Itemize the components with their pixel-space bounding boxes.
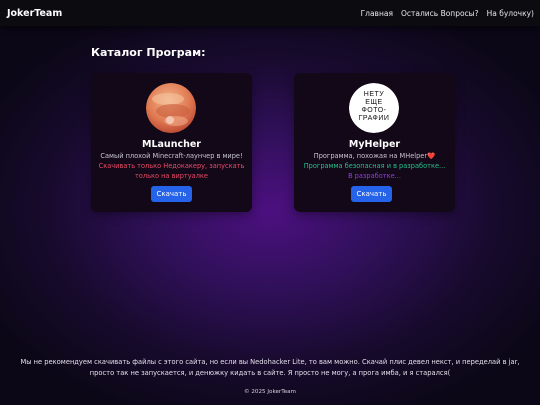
program-card-mlauncher: MLauncher Самый плохой Minecraft-лаунчер… bbox=[91, 73, 252, 212]
catalog-title: Каталог Програм: bbox=[91, 46, 206, 59]
no-photo-logo: НЕТУ ЕЩЕ ФОТО- ГРАФИИ bbox=[358, 91, 390, 122]
myhelper-title: MyHelper bbox=[348, 139, 401, 150]
nav-link-home[interactable]: Главная bbox=[361, 9, 393, 18]
nav-link-donate[interactable]: На булочку) bbox=[487, 9, 534, 18]
myhelper-dev-note: В разработке... bbox=[348, 172, 401, 180]
myhelper-avatar: НЕТУ ЕЩЕ ФОТО- ГРАФИИ bbox=[349, 83, 399, 133]
myhelper-description: Программа, похожая на MHelper❤️ bbox=[313, 152, 436, 160]
nav-links: Главная Остались Вопросы? На булочку) bbox=[361, 9, 534, 18]
myhelper-safety-note: Программа безопасная и в разработке... bbox=[303, 162, 446, 170]
navbar: JokerTeam Главная Остались Вопросы? На б… bbox=[0, 0, 540, 26]
mlauncher-avatar bbox=[146, 83, 196, 133]
brand-logo[interactable]: JokerTeam bbox=[7, 8, 62, 19]
disclaimer-text: Мы не рекомендуем скачивать файлы с этог… bbox=[20, 358, 520, 377]
nav-link-questions[interactable]: Остались Вопросы? bbox=[401, 9, 479, 18]
mlauncher-warning: Скачивать только Недокакеру, запускать т… bbox=[98, 162, 245, 180]
footer-copyright: © 2025 JokerTeam bbox=[243, 389, 297, 395]
myhelper-download-button[interactable]: Скачать bbox=[351, 186, 392, 202]
program-card-myhelper: НЕТУ ЕЩЕ ФОТО- ГРАФИИ MyHelper Программа… bbox=[294, 73, 455, 212]
mlauncher-download-button[interactable]: Скачать bbox=[151, 186, 192, 202]
mlauncher-description: Самый плохой Minecraft-лаунчер в мире! bbox=[100, 152, 243, 160]
mlauncher-title: MLauncher bbox=[142, 139, 201, 150]
